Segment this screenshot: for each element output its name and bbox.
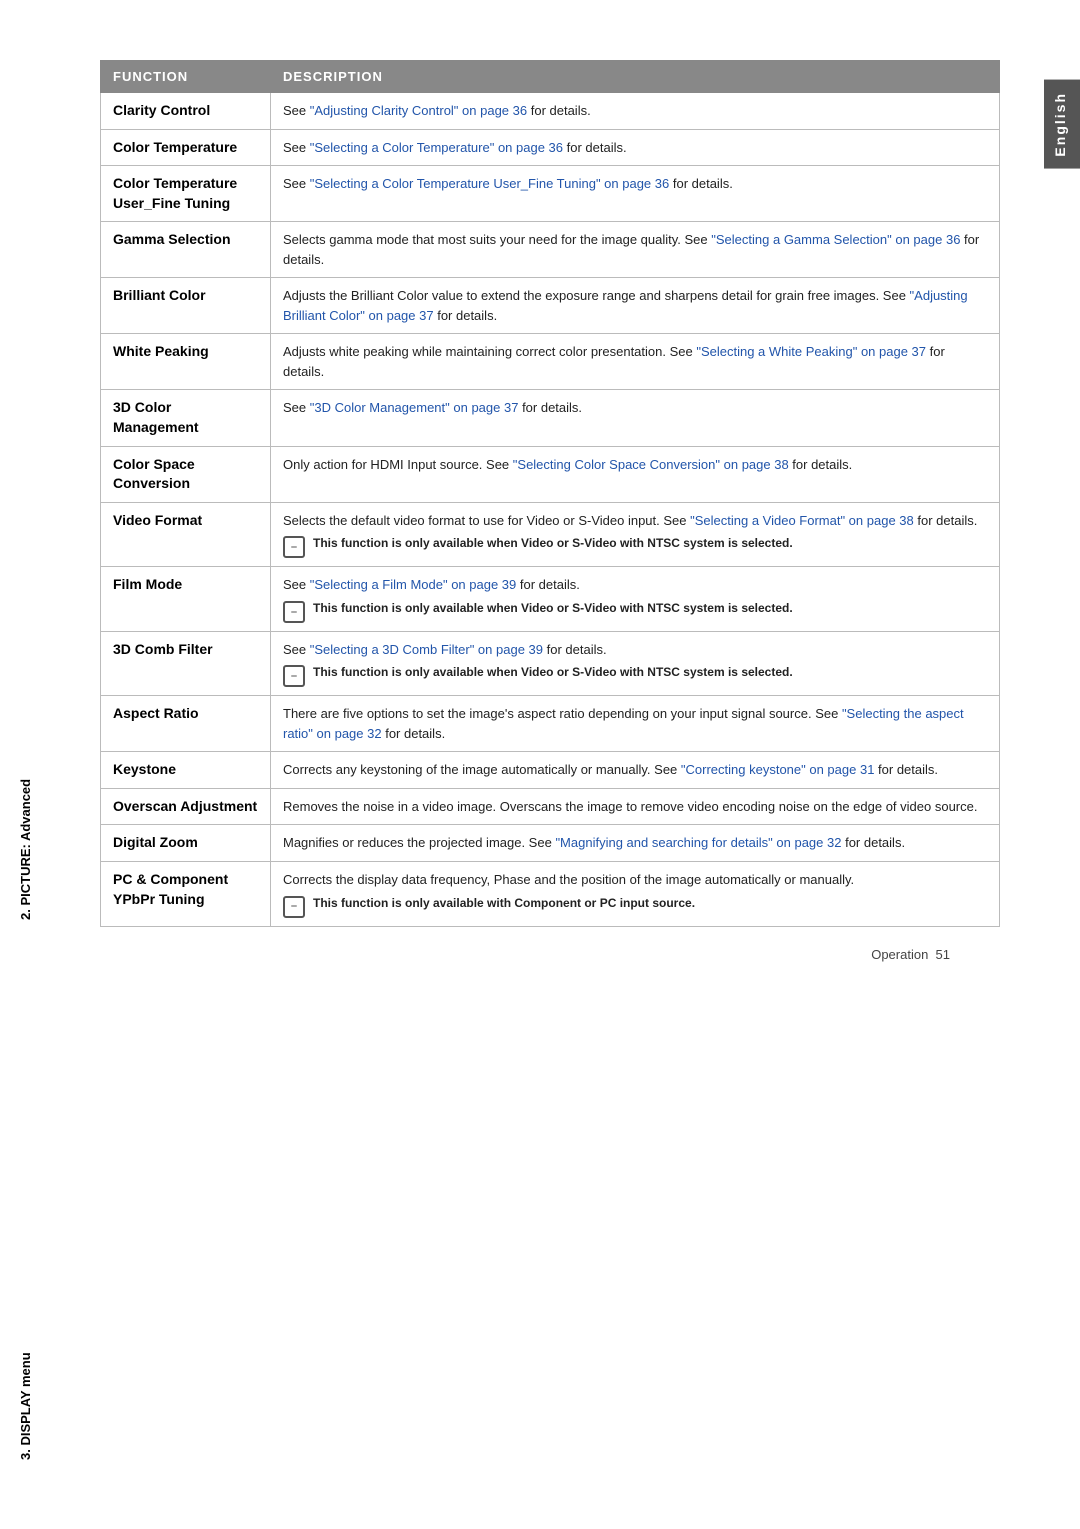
note-icon-15-0: ⎯ — [283, 896, 305, 918]
table-row: Overscan AdjustmentRemoves the noise in … — [101, 788, 1000, 825]
table-row: Video FormatSelects the default video fo… — [101, 502, 1000, 567]
function-cell-0: Clarity Control — [101, 93, 271, 130]
description-cell-2: See "Selecting a Color Temperature User_… — [271, 166, 1000, 222]
sidebar-label-display: 3. DISPLAY menu — [18, 1060, 33, 1460]
sidebar-label-picture: 2. PICTURE: Advanced — [18, 220, 33, 920]
table-row: Brilliant ColorAdjusts the Brilliant Col… — [101, 278, 1000, 334]
table-row: White PeakingAdjusts white peaking while… — [101, 334, 1000, 390]
table-row: KeystoneCorrects any keystoning of the i… — [101, 752, 1000, 789]
description-cell-7: Only action for HDMI Input source. See "… — [271, 446, 1000, 502]
function-cell-1: Color Temperature — [101, 129, 271, 166]
function-cell-5: White Peaking — [101, 334, 271, 390]
description-cell-12: Corrects any keystoning of the image aut… — [271, 752, 1000, 789]
note-text-8-0: This function is only available when Vid… — [313, 534, 793, 552]
note-icon-8-0: ⎯ — [283, 536, 305, 558]
note-text-9-0: This function is only available when Vid… — [313, 599, 793, 617]
table-row: 3D Comb FilterSee "Selecting a 3D Comb F… — [101, 631, 1000, 696]
table-row: PC & Component YPbPr TuningCorrects the … — [101, 862, 1000, 927]
description-cell-14: Magnifies or reduces the projected image… — [271, 825, 1000, 862]
table-row: Color Temperature User_Fine TuningSee "S… — [101, 166, 1000, 222]
reference-link-7[interactable]: "Selecting Color Space Conversion" on pa… — [513, 457, 789, 472]
header-description: DESCRIPTION — [271, 61, 1000, 93]
note-box-9-0: ⎯ This function is only available when V… — [283, 599, 987, 623]
function-cell-14: Digital Zoom — [101, 825, 271, 862]
reference-link-9[interactable]: "Selecting a Film Mode" on page 39 — [310, 577, 517, 592]
note-icon-9-0: ⎯ — [283, 601, 305, 623]
reference-link-8[interactable]: "Selecting a Video Format" on page 38 — [690, 513, 914, 528]
table-row: Color Space ConversionOnly action for HD… — [101, 446, 1000, 502]
function-cell-2: Color Temperature User_Fine Tuning — [101, 166, 271, 222]
note-box-15-0: ⎯ This function is only available with C… — [283, 894, 987, 918]
function-cell-12: Keystone — [101, 752, 271, 789]
description-cell-8: Selects the default video format to use … — [271, 502, 1000, 567]
description-cell-10: See "Selecting a 3D Comb Filter" on page… — [271, 631, 1000, 696]
function-cell-8: Video Format — [101, 502, 271, 567]
function-cell-10: 3D Comb Filter — [101, 631, 271, 696]
table-row: 3D Color ManagementSee "3D Color Managem… — [101, 390, 1000, 446]
note-text-10-0: This function is only available when Vid… — [313, 663, 793, 681]
reference-link-14[interactable]: "Magnifying and searching for details" o… — [555, 835, 841, 850]
table-row: Aspect RatioThere are five options to se… — [101, 696, 1000, 752]
footer-page-number: 51 — [936, 947, 950, 962]
description-cell-15: Corrects the display data frequency, Pha… — [271, 862, 1000, 927]
side-tab-english: English — [1044, 80, 1080, 169]
reference-link-6[interactable]: "3D Color Management" on page 37 — [310, 400, 519, 415]
description-cell-13: Removes the noise in a video image. Over… — [271, 788, 1000, 825]
header-function: FUNCTION — [101, 61, 271, 93]
description-cell-4: Adjusts the Brilliant Color value to ext… — [271, 278, 1000, 334]
note-text-15-0: This function is only available with Com… — [313, 894, 695, 912]
note-box-10-0: ⎯ This function is only available when V… — [283, 663, 987, 687]
footer: Operation 51 — [60, 927, 1000, 962]
function-cell-15: PC & Component YPbPr Tuning — [101, 862, 271, 927]
note-icon-10-0: ⎯ — [283, 665, 305, 687]
note-box-8-0: ⎯ This function is only available when V… — [283, 534, 987, 558]
description-cell-6: See "3D Color Management" on page 37 for… — [271, 390, 1000, 446]
description-cell-1: See "Selecting a Color Temperature" on p… — [271, 129, 1000, 166]
reference-link-4[interactable]: "Adjusting Brilliant Color" on page 37 — [283, 288, 968, 323]
table-row: Gamma SelectionSelects gamma mode that m… — [101, 222, 1000, 278]
main-table: FUNCTION DESCRIPTION Clarity ControlSee … — [100, 60, 1000, 927]
table-row: Digital ZoomMagnifies or reduces the pro… — [101, 825, 1000, 862]
description-cell-5: Adjusts white peaking while maintaining … — [271, 334, 1000, 390]
reference-link-1[interactable]: "Selecting a Color Temperature" on page … — [310, 140, 563, 155]
reference-link-3[interactable]: "Selecting a Gamma Selection" on page 36 — [711, 232, 960, 247]
table-row: Film ModeSee "Selecting a Film Mode" on … — [101, 567, 1000, 632]
function-cell-6: 3D Color Management — [101, 390, 271, 446]
page-container: English 2. PICTURE: Advanced 3. DISPLAY … — [0, 0, 1080, 1529]
reference-link-2[interactable]: "Selecting a Color Temperature User_Fine… — [310, 176, 669, 191]
description-cell-9: See "Selecting a Film Mode" on page 39 f… — [271, 567, 1000, 632]
function-cell-3: Gamma Selection — [101, 222, 271, 278]
reference-link-11[interactable]: "Selecting the aspect ratio" on page 32 — [283, 706, 964, 741]
function-cell-11: Aspect Ratio — [101, 696, 271, 752]
description-cell-3: Selects gamma mode that most suits your … — [271, 222, 1000, 278]
reference-link-0[interactable]: "Adjusting Clarity Control" on page 36 — [310, 103, 527, 118]
function-cell-13: Overscan Adjustment — [101, 788, 271, 825]
table-row: Color TemperatureSee "Selecting a Color … — [101, 129, 1000, 166]
table-row: Clarity ControlSee "Adjusting Clarity Co… — [101, 93, 1000, 130]
footer-operation: Operation — [871, 947, 928, 962]
reference-link-12[interactable]: "Correcting keystone" on page 31 — [681, 762, 875, 777]
reference-link-5[interactable]: "Selecting a White Peaking" on page 37 — [696, 344, 926, 359]
function-cell-7: Color Space Conversion — [101, 446, 271, 502]
description-cell-0: See "Adjusting Clarity Control" on page … — [271, 93, 1000, 130]
function-cell-9: Film Mode — [101, 567, 271, 632]
function-cell-4: Brilliant Color — [101, 278, 271, 334]
description-cell-11: There are five options to set the image'… — [271, 696, 1000, 752]
reference-link-10[interactable]: "Selecting a 3D Comb Filter" on page 39 — [310, 642, 543, 657]
